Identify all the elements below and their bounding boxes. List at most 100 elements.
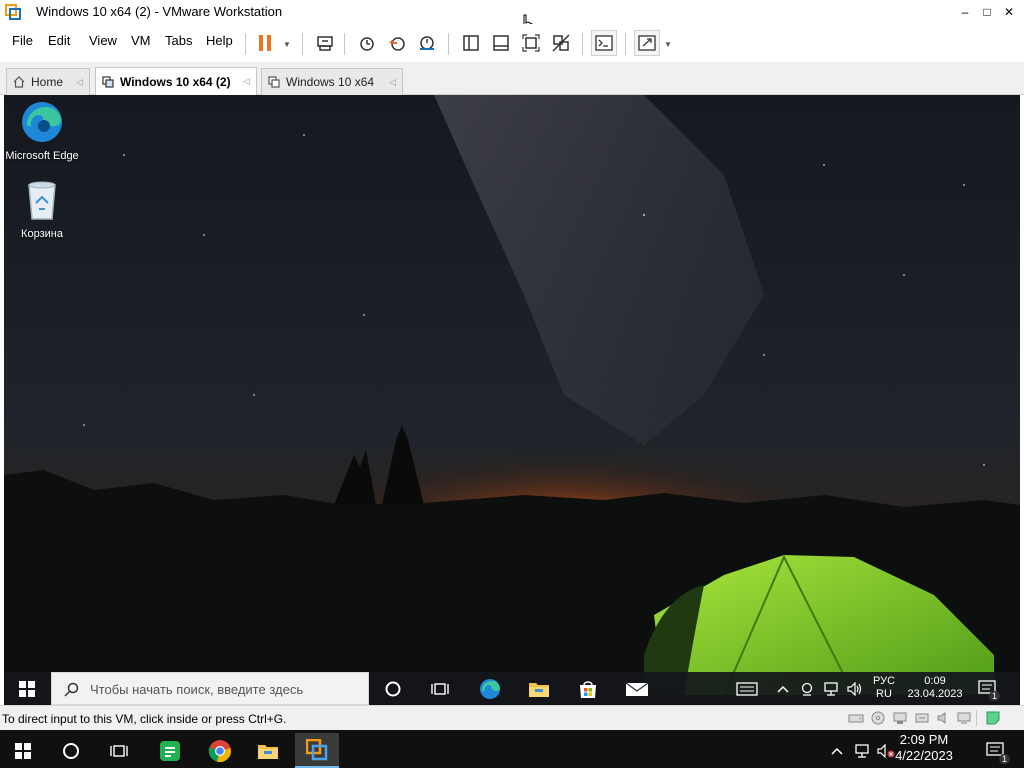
guest-date: 23.04.2023: [907, 688, 963, 700]
file-explorer-icon[interactable]: [527, 677, 551, 701]
show-hidden-icons-icon[interactable]: [771, 677, 795, 701]
thumbnail-bar-icon[interactable]: [488, 30, 514, 56]
vm-display[interactable]: Microsoft Edge Корзина Чтобы начать поис…: [4, 95, 1020, 705]
status-message: To direct input to this VM, click inside…: [2, 712, 287, 726]
guest-taskbar: Чтобы начать поиск, введите здесь РУС RU…: [4, 672, 1020, 705]
tab-close-icon[interactable]: ◁: [389, 77, 396, 88]
keyboard-icon[interactable]: [735, 677, 759, 701]
guest-clock[interactable]: 0:09 23.04.2023: [902, 675, 968, 701]
guest-notification-count: 1: [988, 691, 1000, 701]
guest-notifications-icon[interactable]: 1: [976, 677, 1000, 701]
cd-dvd-icon[interactable]: [870, 711, 886, 725]
guest-language-top: РУС: [872, 675, 896, 687]
menu-view[interactable]: View: [89, 33, 117, 48]
sound-card-icon[interactable]: [936, 711, 952, 725]
window-title: Windows 10 x64 (2) - VMware Workstation: [36, 4, 283, 19]
menu-tabs[interactable]: Tabs: [165, 33, 192, 48]
title-bar: Windows 10 x64 (2) - VMware Workstation …: [0, 0, 1024, 36]
menu-toolbar: File Edit View VM Tabs Help ▼ ▼: [0, 24, 1024, 62]
toolbar-separator: [582, 33, 583, 55]
network-icon[interactable]: [850, 733, 874, 768]
guest-language-indicator[interactable]: РУС RU: [866, 675, 902, 701]
hard-disk-icon[interactable]: [848, 711, 864, 725]
host-date: 4/22/2023: [895, 748, 953, 763]
toolbar-separator: [448, 33, 449, 55]
toolbar-separator: [344, 33, 345, 55]
tab-label: Home: [31, 75, 64, 89]
usb-controller-icon[interactable]: [914, 711, 930, 725]
volume-icon[interactable]: [843, 677, 867, 701]
tab-label: Windows 10 x64 (2): [120, 75, 231, 89]
guest-time: 0:09: [924, 675, 946, 687]
snapshot-manager-icon[interactable]: [414, 30, 440, 56]
windows-start-icon[interactable]: [1, 733, 45, 768]
send-ctrl-alt-del-icon[interactable]: [312, 30, 338, 56]
desktop-icon-edge[interactable]: Microsoft Edge: [4, 99, 80, 162]
status-separator: [976, 710, 977, 726]
full-screen-dropdown-arrow-icon[interactable]: ▼: [664, 40, 672, 49]
host-notification-count: 1: [998, 754, 1010, 764]
tab-windows-10-x64[interactable]: Windows 10 x64 ◁: [261, 68, 403, 95]
guest-start-icon[interactable]: [15, 677, 39, 701]
search-circle-icon[interactable]: [49, 733, 93, 768]
tab-close-icon[interactable]: ◁: [76, 77, 83, 88]
guest-search-placeholder: Чтобы начать поиск, введите здесь: [90, 682, 304, 697]
guest-language-bottom: RU: [876, 688, 892, 700]
vmware-app-icon: [5, 4, 21, 20]
toolbar-separator: [625, 33, 626, 55]
edge-icon: [22, 102, 62, 142]
search-icon: [64, 682, 79, 697]
edge-icon[interactable]: [478, 677, 502, 701]
toolbar-separator: [302, 33, 303, 55]
vm-tab-icon: [268, 76, 280, 88]
host-clock[interactable]: 2:09 PM 4/22/2023: [884, 732, 964, 764]
home-icon: [13, 76, 25, 88]
desktop-icon-label: Microsoft Edge: [5, 150, 79, 162]
task-view-icon[interactable]: [428, 677, 452, 701]
host-notifications-icon[interactable]: 1: [978, 733, 1014, 768]
pause-icon[interactable]: [252, 30, 278, 56]
pause-dropdown-arrow-icon[interactable]: ▼: [283, 40, 291, 49]
console-view-icon[interactable]: [591, 30, 617, 56]
chrome-icon[interactable]: [198, 733, 242, 768]
tab-windows-10-x64-2[interactable]: Windows 10 x64 (2) ◁: [95, 67, 257, 96]
tab-bar: Home ◁ Windows 10 x64 (2) ◁ Windows 10 x…: [0, 62, 1024, 96]
task-view-icon[interactable]: [97, 733, 141, 768]
display-icon[interactable]: [956, 711, 972, 725]
menu-vm[interactable]: VM: [131, 33, 151, 48]
minimize-button[interactable]: –: [954, 2, 976, 22]
sheets-icon[interactable]: [148, 733, 192, 768]
vmware-icon[interactable]: [295, 733, 339, 768]
guest-search-box[interactable]: Чтобы начать поиск, введите здесь: [51, 672, 369, 705]
host-time: 2:09 PM: [899, 732, 949, 747]
tab-close-icon[interactable]: ◁: [243, 76, 250, 87]
toolbar-separator: [245, 33, 246, 55]
desktop-icon-recycle-bin[interactable]: Корзина: [4, 177, 80, 240]
status-bar: To direct input to this VM, click inside…: [0, 705, 1024, 730]
unity-icon[interactable]: [548, 30, 574, 56]
cortana-icon[interactable]: [381, 677, 405, 701]
full-screen-icon[interactable]: [634, 30, 660, 56]
maximize-button[interactable]: □: [976, 2, 998, 22]
close-button[interactable]: ✕: [998, 2, 1020, 22]
tab-home[interactable]: Home ◁: [6, 68, 90, 95]
show-hidden-icons-icon[interactable]: [826, 733, 848, 768]
menu-help[interactable]: Help: [206, 33, 233, 48]
fit-guest-icon[interactable]: [518, 30, 544, 56]
host-taskbar: 2:09 PM 4/22/2023 1: [0, 730, 1024, 768]
desktop-wallpaper: [4, 95, 1020, 705]
show-library-icon[interactable]: [458, 30, 484, 56]
webcam-icon[interactable]: [795, 677, 819, 701]
mail-icon[interactable]: [625, 677, 649, 701]
store-icon[interactable]: [576, 677, 600, 701]
network-adapter-icon[interactable]: [892, 711, 908, 725]
network-icon[interactable]: [819, 677, 843, 701]
revert-snapshot-icon[interactable]: [384, 30, 410, 56]
message-log-icon[interactable]: [985, 711, 1001, 725]
vm-tab-icon: [102, 76, 114, 88]
menu-file[interactable]: File: [12, 33, 33, 48]
file-explorer-icon[interactable]: [246, 733, 290, 768]
tab-label: Windows 10 x64: [286, 75, 375, 89]
menu-edit[interactable]: Edit: [48, 33, 70, 48]
snapshot-icon[interactable]: [354, 30, 380, 56]
